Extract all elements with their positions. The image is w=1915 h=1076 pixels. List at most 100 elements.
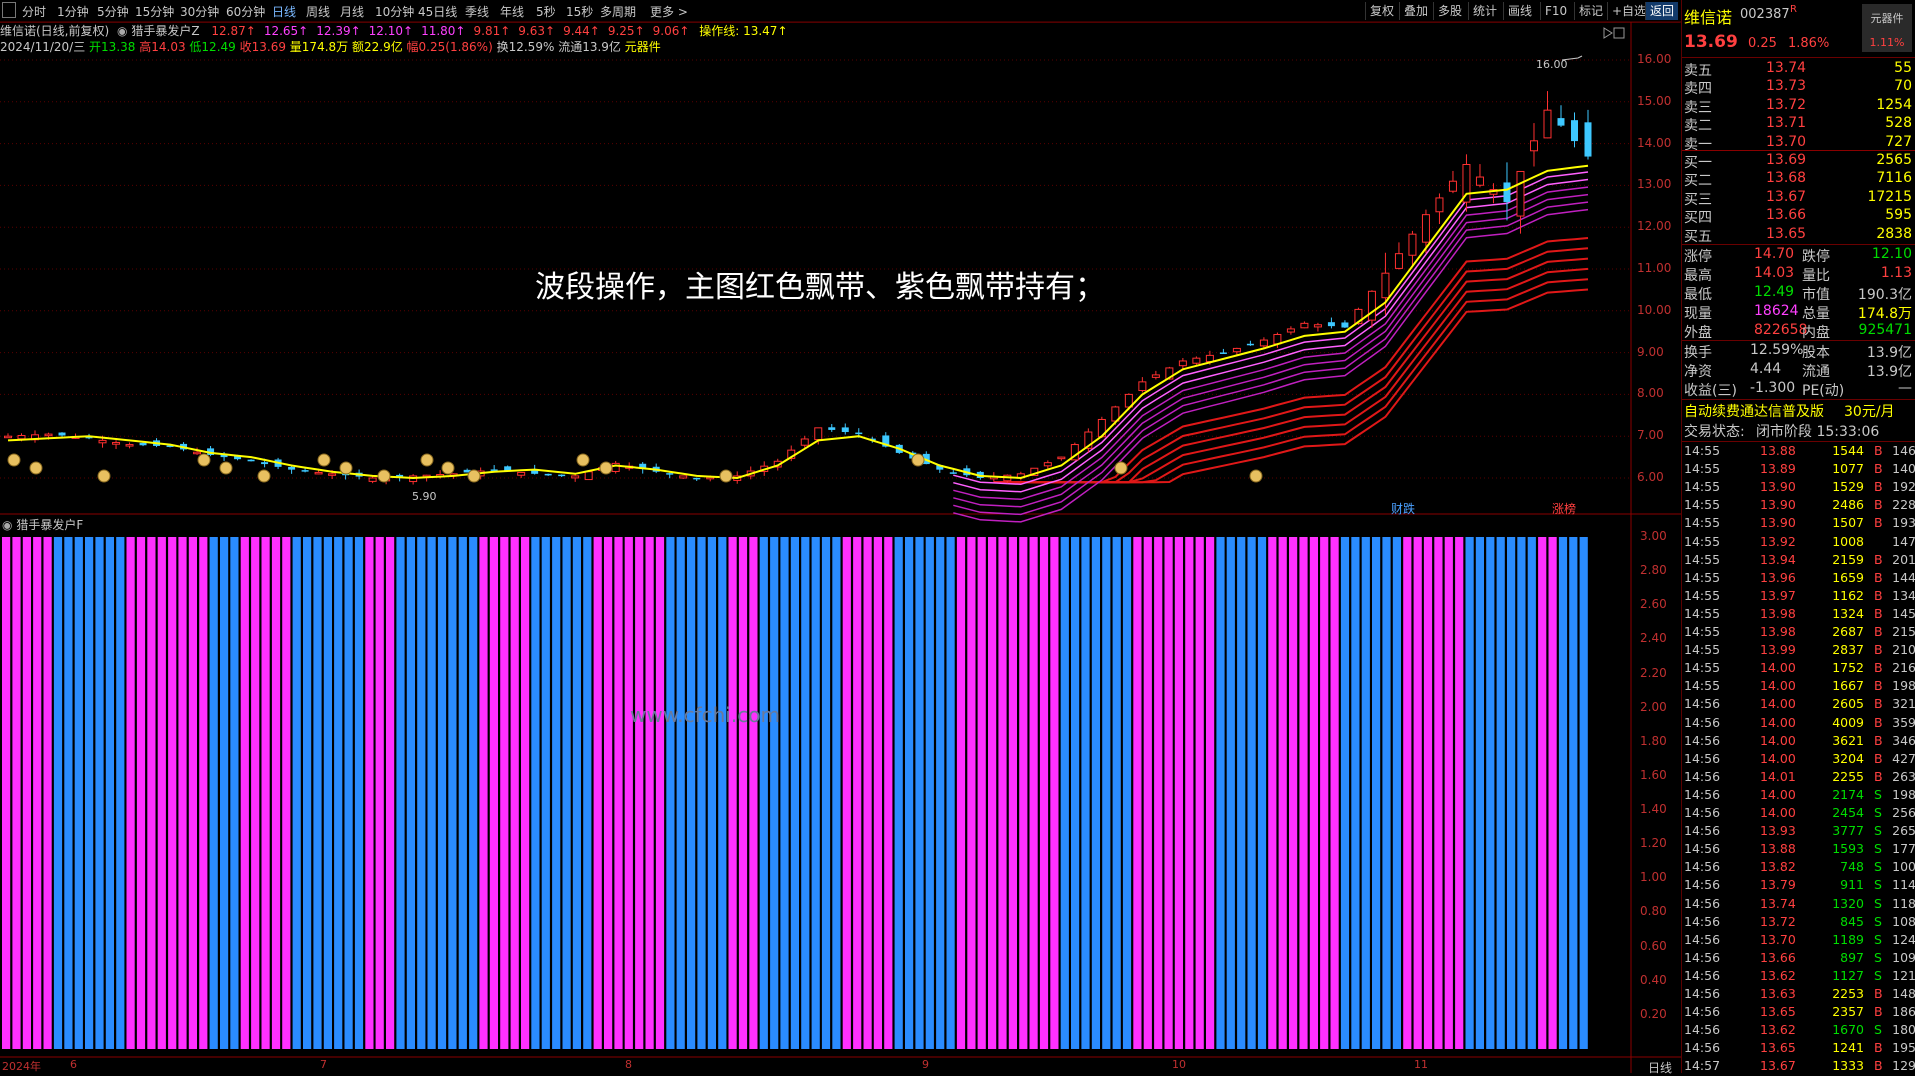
- tick-side: B: [1874, 678, 1883, 694]
- tick-price: 13.72: [1760, 913, 1796, 929]
- tick-row-8: 14:55 13.97 1162 B 134: [1684, 588, 1915, 606]
- candle-18: [247, 459, 255, 462]
- price-tick-5: 11.00: [1637, 261, 1672, 275]
- candle-38: [517, 471, 526, 478]
- indicator-bar-126: [1309, 537, 1318, 1049]
- indicator-bar-65: [676, 537, 685, 1049]
- candle-36: [490, 465, 498, 471]
- tick-count: 148: [1892, 986, 1915, 1001]
- bid-row-2[interactable]: 买三 13.67 17215: [1684, 189, 1914, 208]
- tick-time: 14:56: [1684, 1040, 1721, 1056]
- promo-text[interactable]: 自动续费通达信普及版: [1684, 401, 1824, 421]
- indicator-bar-100: [1039, 537, 1049, 1049]
- tick-count: 346: [1892, 732, 1915, 748]
- bid-row-0[interactable]: 买一 13.69 2565: [1684, 152, 1914, 171]
- indicator-bar-69: [718, 537, 727, 1049]
- stat-row-1: 最高 14.03 量比 1.13: [1684, 265, 1914, 284]
- stat2-value-b: 13.9亿: [1866, 345, 1912, 361]
- tick-volume: 1127: [1832, 967, 1864, 983]
- tick-side: S: [1874, 859, 1882, 875]
- indicator-bar-70: [728, 537, 737, 1049]
- ask-row-0[interactable]: 卖五 13.74 55: [1684, 60, 1914, 79]
- bid-label: 买五: [1684, 228, 1712, 245]
- indicator-bar-128: [1330, 537, 1339, 1049]
- stat2-value-a: 12.59%: [1750, 342, 1804, 358]
- price-tick-8: 8.00: [1637, 386, 1664, 401]
- indicator-bar-88: [915, 537, 924, 1049]
- date-label-4: 9: [922, 1058, 929, 1071]
- tick-count: 195: [1892, 1040, 1915, 1056]
- ask-price: 13.72: [1766, 96, 1807, 113]
- indicator-bar-74: [770, 537, 779, 1049]
- status-label: 交易状态:: [1684, 424, 1745, 440]
- promo-row[interactable]: 自动续费通达信普及版 30元/月: [1684, 401, 1914, 421]
- promo-price[interactable]: 30元/月: [1844, 401, 1895, 421]
- tick-count: 198: [1892, 678, 1915, 694]
- indicator-bar-143: [1486, 537, 1495, 1049]
- tick-side: B: [1874, 1004, 1883, 1020]
- bid-row-1[interactable]: 买二 13.68 7116: [1684, 170, 1914, 189]
- indicator-bar-35: [365, 537, 374, 1049]
- coin-signal-icon-12: [576, 453, 590, 467]
- kline-chart[interactable]: [0, 0, 1681, 1073]
- indicator-bar-139: [1444, 537, 1453, 1049]
- bid-vol: 2565: [1876, 152, 1912, 168]
- stat2-label-b: 流通: [1802, 364, 1830, 380]
- indicator-bar-10: [105, 537, 114, 1049]
- tick-count: 144: [1892, 569, 1915, 585]
- indicator-bar-127: [1320, 537, 1329, 1049]
- ask-row-1[interactable]: 卖四 13.73 70: [1684, 78, 1914, 97]
- indicator-bar-111: [1154, 537, 1163, 1049]
- ask-row-2[interactable]: 卖三 13.72 1254: [1684, 96, 1914, 116]
- indicator-panel-name[interactable]: 猎手暴发户F: [16, 518, 83, 532]
- bid-row-3[interactable]: 买四 13.66 595: [1684, 207, 1914, 227]
- candle-97: [1313, 322, 1322, 332]
- ask-row-4[interactable]: 卖一 13.70 727: [1684, 133, 1914, 153]
- tick-price: 13.82: [1760, 859, 1796, 875]
- tick-price: 13.66: [1760, 949, 1796, 965]
- bid-row-4[interactable]: 买五 13.65 2838: [1684, 226, 1914, 245]
- tick-side: B: [1874, 515, 1883, 531]
- tick-count: 359: [1892, 714, 1915, 730]
- indicator-bar-31: [323, 537, 332, 1049]
- tick-row-25: 14:56 13.74 1320 S 118: [1684, 896, 1915, 914]
- candle-0: [4, 433, 12, 439]
- tick-volume: 2837: [1832, 642, 1864, 658]
- indicator-panel-icon[interactable]: ◉: [2, 518, 12, 532]
- ask-row-3[interactable]: 卖二 13.71 528: [1684, 115, 1914, 134]
- tick-volume: 2687: [1832, 624, 1864, 639]
- indicator-bar-102: [1060, 537, 1069, 1049]
- candle-50: [679, 475, 688, 479]
- indicator-bar-5: [53, 537, 63, 1049]
- tick-count: 198: [1892, 786, 1915, 802]
- tick-count: 146: [1892, 443, 1915, 458]
- event-label-1: 财跌: [1391, 502, 1416, 516]
- coin-signal-icon-9: [420, 453, 434, 467]
- stat-value-b: 190.3亿: [1857, 287, 1912, 303]
- indicator-bar-23: [240, 537, 249, 1049]
- indicator-bar-53: [552, 537, 561, 1049]
- tick-side: S: [1874, 823, 1882, 839]
- indicator-bar-16: [168, 537, 177, 1049]
- tick-side: S: [1874, 786, 1882, 802]
- candle-15: [207, 446, 215, 457]
- indicator-bar-46: [479, 537, 488, 1049]
- indicator-bar-48: [500, 537, 509, 1049]
- tick-price: 13.96: [1760, 569, 1796, 585]
- tick-count: 321: [1892, 696, 1915, 712]
- indicator-bar-57: [593, 537, 602, 1049]
- ask-vol: 727: [1885, 133, 1912, 150]
- indicator-bar-76: [790, 537, 799, 1049]
- tick-row-12: 14:55 14.00 1752 B 216: [1684, 660, 1915, 678]
- x-axis-period[interactable]: 日线: [1648, 1059, 1672, 1076]
- purple-ribbon-line-2: [953, 186, 1589, 501]
- indicator-bar-105: [1091, 537, 1100, 1049]
- tick-time: 14:56: [1684, 750, 1721, 766]
- tick-count: 186: [1892, 1004, 1915, 1020]
- indicator-bar-7: [74, 537, 83, 1049]
- bid-label: 买四: [1684, 210, 1712, 227]
- tick-side: B: [1874, 660, 1883, 676]
- candle-8: [112, 440, 121, 449]
- maximize-icon: [1613, 27, 1625, 39]
- tick-side: B: [1874, 587, 1883, 603]
